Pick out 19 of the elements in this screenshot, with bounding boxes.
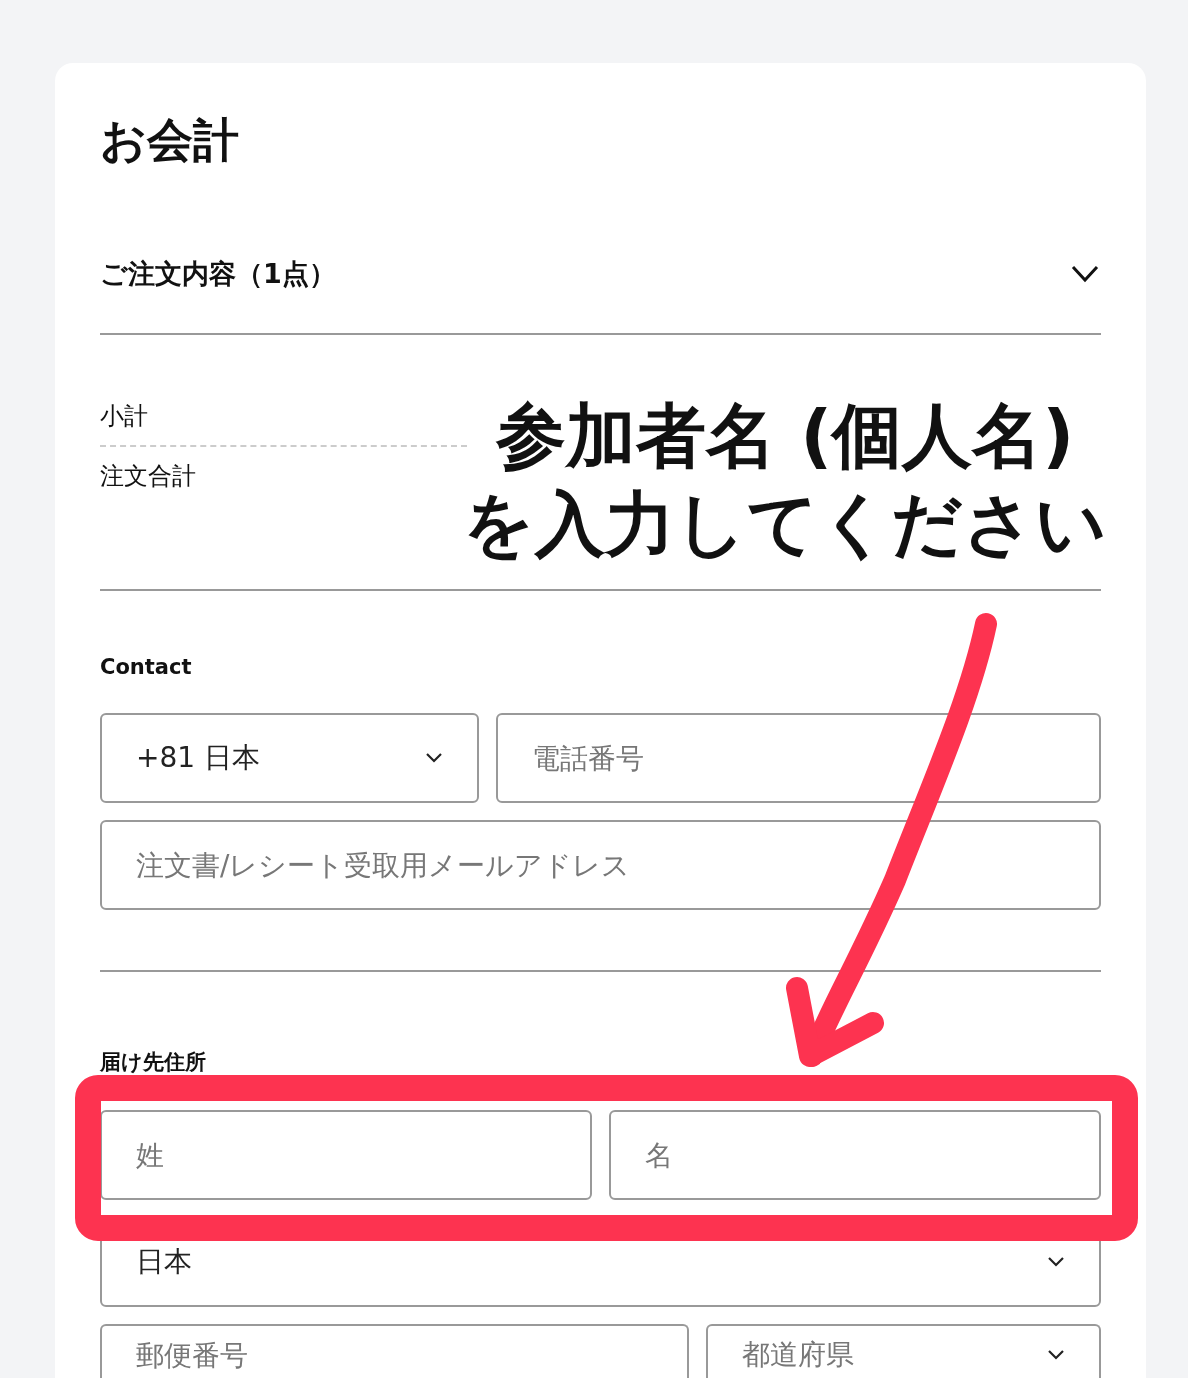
chevron-down-icon[interactable] xyxy=(1071,265,1099,283)
annotation-text: 参加者名 (個人名) xyxy=(494,394,1076,479)
first-name-field[interactable]: 名 xyxy=(609,1110,1101,1200)
page-title: お会計 xyxy=(100,112,239,169)
country-code-select[interactable]: +81 日本 xyxy=(100,713,479,803)
section-heading: Contact xyxy=(100,655,192,679)
phone-field[interactable]: 電話番号 xyxy=(496,713,1101,803)
chevron-down-icon xyxy=(425,752,443,764)
annotation-text: を入力してください xyxy=(462,482,1108,567)
last-name-field[interactable]: 姓 xyxy=(100,1110,592,1200)
chevron-down-icon xyxy=(1047,1349,1065,1361)
section-heading: 届け先住所 xyxy=(100,1049,206,1076)
order-summary-toggle[interactable]: ご注文内容（1点） xyxy=(100,256,336,292)
total-label: 注文合計 xyxy=(100,461,196,492)
prefecture-select[interactable]: 都道府県 xyxy=(706,1324,1101,1378)
total-label: 小計 xyxy=(100,401,148,432)
postal-code-field[interactable]: 郵便番号 xyxy=(100,1324,689,1378)
chevron-down-icon xyxy=(1047,1256,1065,1268)
email-field[interactable]: 注文書/レシート受取用メールアドレス xyxy=(100,820,1101,910)
